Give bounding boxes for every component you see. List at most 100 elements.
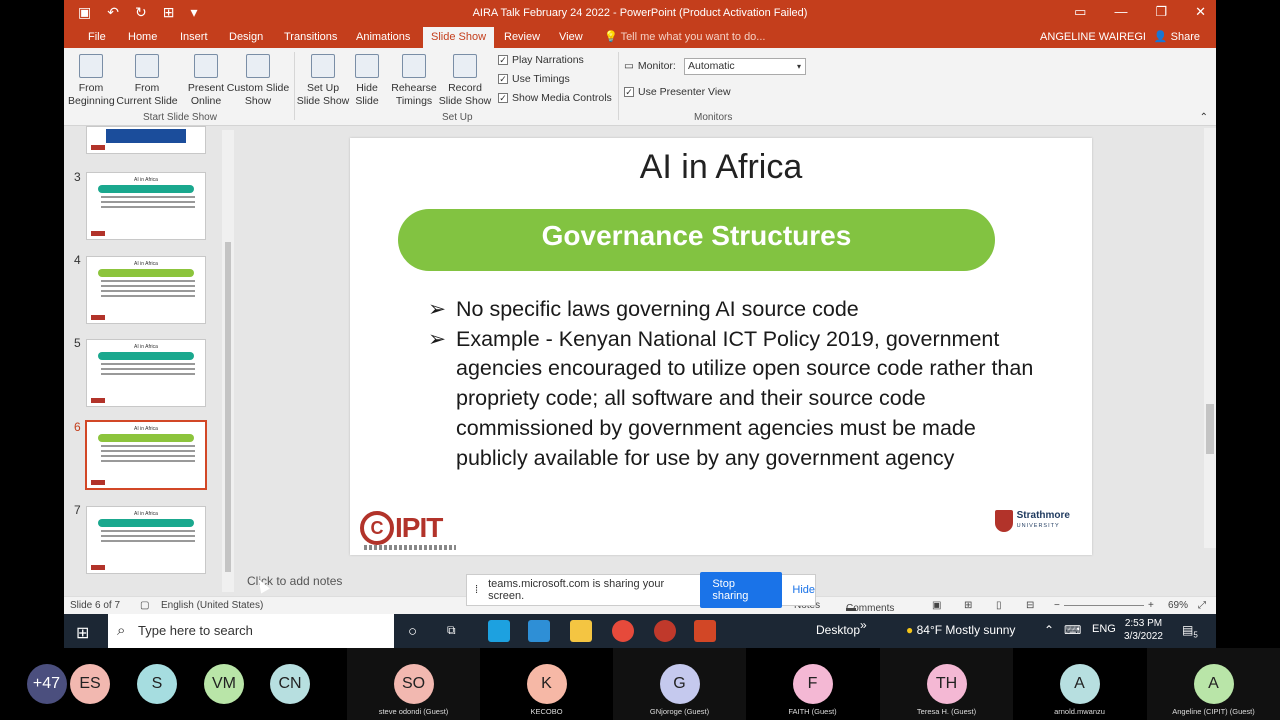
slide-title[interactable]: AI in Africa <box>350 148 1092 187</box>
label: Monitor: <box>637 60 676 72</box>
thumbnail-band <box>98 352 194 360</box>
tab-slide-show[interactable]: Slide Show <box>423 27 495 48</box>
desktop-toolbar[interactable]: Desktop <box>816 623 860 637</box>
avatar-initials: G <box>673 675 686 692</box>
thumbnail-line <box>101 280 195 282</box>
participant-tile[interactable]: F FAITH (Guest) <box>746 648 879 720</box>
fit-to-window-icon[interactable]: ⤢ <box>1198 600 1206 611</box>
zoom-slider[interactable] <box>1064 605 1144 606</box>
stop-sharing-button[interactable]: Stop sharing <box>700 572 783 608</box>
cortana-icon[interactable]: ○ <box>408 623 417 640</box>
edge-icon[interactable] <box>488 620 510 642</box>
thumbnail-scrollbar[interactable] <box>222 130 234 592</box>
tell-me-box[interactable]: 💡 Tell me what you want to do... <box>604 27 765 48</box>
user-name[interactable]: ANGELINE WAIREGI <box>1040 27 1146 48</box>
chrome-profile-icon[interactable] <box>654 620 676 642</box>
collapse-ribbon-icon[interactable]: ⌃ <box>1200 112 1208 123</box>
minimize-icon[interactable]: — <box>1114 4 1127 20</box>
strathmore-logo: Strathmore UNIVERSITY <box>994 510 1070 532</box>
present-online-button[interactable]: Present Online <box>182 52 230 108</box>
slide-scrollbar[interactable] <box>1204 128 1216 548</box>
slide-thumbnail-7[interactable]: AI in Africa <box>86 506 206 574</box>
keyboard-icon[interactable]: ⌨ <box>1064 623 1081 637</box>
clock[interactable]: 2:53 PM 3/3/2022 <box>1124 617 1163 643</box>
custom-slide-show-button[interactable]: Custom Slide Show <box>226 52 290 108</box>
rehearse-timings-button[interactable]: Rehearse Timings <box>390 52 438 108</box>
tab-insert[interactable]: Insert <box>172 27 216 48</box>
weather-widget[interactable]: ● 84°F Mostly sunny <box>906 623 1015 637</box>
participant-tile[interactable]: G GNjoroge (Guest) <box>613 648 746 720</box>
slideshow-view-icon[interactable]: ⊟ <box>1026 600 1034 611</box>
tray-chevron-icon[interactable]: ⌃ <box>1044 623 1054 637</box>
participant-tile[interactable]: TH Teresa H. (Guest) <box>880 648 1013 720</box>
taskbar-search[interactable]: ⌕ Type here to search <box>108 614 394 648</box>
drag-handle-icon[interactable]: ⁞ <box>475 584 478 596</box>
set-up-slide-show-button[interactable]: Set Up Slide Show <box>296 52 350 108</box>
participant-tile[interactable]: A Angeline (CIPIT) (Guest) <box>1147 648 1280 720</box>
window-controls: ▭ — ❐ ✕ <box>1074 4 1206 20</box>
tab-design[interactable]: Design <box>221 27 271 48</box>
toolbar-expand-icon[interactable]: » <box>860 618 867 632</box>
task-view-icon[interactable]: ⧉ <box>447 623 456 638</box>
slide-thumbnail-2[interactable] <box>86 126 206 154</box>
avatar-initials: CN <box>278 675 302 692</box>
participant-tile[interactable]: Aarnold.mwanzu <box>1013 648 1146 720</box>
file-explorer-icon[interactable] <box>570 620 592 642</box>
slide-thumbnail-4[interactable]: AI in Africa <box>86 256 206 324</box>
zoom-in-icon[interactable]: + <box>1148 600 1154 611</box>
spellcheck-icon[interactable]: ▢ <box>140 600 149 611</box>
scrollbar-thumb[interactable] <box>225 242 231 572</box>
use-timings-checkbox[interactable]: ✓ Use Timings <box>498 73 570 85</box>
slide-thumbnail-5[interactable]: AI in Africa <box>86 339 206 407</box>
tab-review[interactable]: Review <box>496 27 548 48</box>
normal-view-icon[interactable]: ▣ <box>932 600 941 611</box>
restore-icon[interactable]: ❐ <box>1155 4 1167 20</box>
language-status[interactable]: English (United States) <box>161 600 263 611</box>
language-indicator[interactable]: ENG <box>1092 623 1116 635</box>
from-beginning-button[interactable]: From Beginning <box>68 52 115 108</box>
participant-tile[interactable]: SO steve odondi (Guest) <box>347 648 480 720</box>
slide-thumbnail-3[interactable]: AI in Africa <box>86 172 206 240</box>
slide-canvas[interactable]: AI in Africa Governance Structures ➢ No s… <box>350 138 1092 555</box>
slide-sorter-icon[interactable]: ⊞ <box>964 600 972 611</box>
chrome-icon[interactable] <box>612 620 634 642</box>
thumbnail-line <box>101 535 195 537</box>
bullet-list[interactable]: ➢ No specific laws governing AI source co… <box>428 295 1048 473</box>
participant-tile[interactable]: CN <box>246 648 334 720</box>
hide-slide-button[interactable]: Hide Slide <box>350 52 384 108</box>
monitor-select[interactable]: Automatic ▾ <box>684 58 806 75</box>
reading-view-icon[interactable]: ▯ <box>996 600 1002 611</box>
use-presenter-view-checkbox[interactable]: ✓ Use Presenter View <box>624 86 731 98</box>
powerpoint-icon[interactable] <box>694 620 716 642</box>
tab-animations[interactable]: Animations <box>348 27 418 48</box>
play-narrations-checkbox[interactable]: ✓ Play Narrations <box>498 54 584 66</box>
hide-banner-link[interactable]: Hide <box>792 584 815 596</box>
tab-view[interactable]: View <box>551 27 591 48</box>
scrollbar-thumb[interactable] <box>1206 404 1214 454</box>
slide-thumbnail-6[interactable]: AI in Africa <box>85 420 207 490</box>
zoom-out-icon[interactable]: − <box>1054 600 1060 611</box>
notifications-icon[interactable]: ▤5 <box>1182 623 1198 639</box>
share-banner-text: teams.microsoft.com is sharing your scre… <box>488 578 665 602</box>
record-slide-show-button[interactable]: Record Slide Show <box>436 52 494 108</box>
slide-counter: Slide 6 of 7 <box>70 600 121 611</box>
avatar-initials: A <box>1208 675 1219 692</box>
zoom-level[interactable]: 69% <box>1168 600 1188 611</box>
participant-name: arnold.mwanzu <box>1054 707 1105 716</box>
tab-transitions[interactable]: Transitions <box>276 27 345 48</box>
tab-file[interactable]: File <box>80 27 114 48</box>
thumbnail-band <box>98 185 194 193</box>
ribbon-display-icon[interactable]: ▭ <box>1074 4 1086 20</box>
show-media-controls-checkbox[interactable]: ✓ Show Media Controls <box>498 92 612 104</box>
from-current-slide-button[interactable]: From Current Slide <box>116 52 178 108</box>
tab-home[interactable]: Home <box>120 27 165 48</box>
store-icon[interactable] <box>528 620 550 642</box>
ribbon-tabs: File Home Insert Design Transitions Anim… <box>64 27 1216 48</box>
section-heading[interactable]: Governance Structures <box>398 209 995 271</box>
thumbnail-band <box>98 519 194 527</box>
arrow-bullet-icon: ➢ <box>428 326 447 351</box>
participant-tile[interactable]: K KECOBO <box>480 648 613 720</box>
windows-start-icon[interactable]: ⊞ <box>76 623 89 643</box>
share-button[interactable]: 👤 Share <box>1154 27 1200 48</box>
close-icon[interactable]: ✕ <box>1195 4 1206 20</box>
